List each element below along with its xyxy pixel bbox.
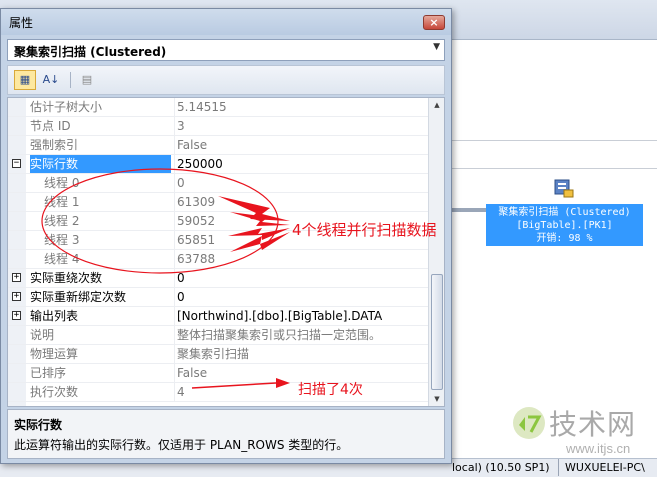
- property-row[interactable]: 执行次数 4: [8, 383, 428, 402]
- exec-count-annotation-text: 扫描了4次: [298, 382, 363, 398]
- property-name: 输出列表: [30, 309, 79, 323]
- property-name: 强制索引: [30, 138, 79, 152]
- status-server: local) (10.50 SP1): [452, 461, 550, 474]
- property-name: 说明: [30, 328, 55, 342]
- property-name: 线程 4: [44, 252, 80, 266]
- status-separator: [558, 459, 559, 476]
- property-value[interactable]: 0: [174, 269, 428, 287]
- scroll-up-icon[interactable]: ▲: [429, 98, 444, 112]
- property-row[interactable]: 线程 0 0: [8, 174, 428, 193]
- collapse-icon[interactable]: −: [12, 159, 21, 168]
- alphabetical-button[interactable]: A↓: [40, 70, 62, 90]
- vertical-scrollbar[interactable]: ▲ ▼: [428, 98, 444, 406]
- property-name: 执行次数: [30, 385, 79, 399]
- property-value: False: [174, 136, 428, 154]
- property-value: 5.14515: [174, 98, 428, 116]
- categorized-icon: ▦: [19, 73, 31, 86]
- property-name: 实际重绕次数: [30, 271, 103, 285]
- property-row[interactable]: − 实际行数 250000: [8, 155, 428, 174]
- property-value: 61309: [174, 193, 428, 211]
- property-row[interactable]: 线程 1 61309: [8, 193, 428, 212]
- property-row[interactable]: + 实际重绕次数 0: [8, 269, 428, 288]
- scroll-down-icon[interactable]: ▼: [429, 392, 444, 406]
- clustered-index-scan-icon: [554, 179, 574, 198]
- plan-node-object: [BigTable].[PK1]: [516, 220, 613, 231]
- scrollbar-thumb[interactable]: [431, 274, 443, 390]
- toolbar-separator: [70, 72, 71, 88]
- description-text: 此运算符输出的实际行数。仅适用于 PLAN_ROWS 类型的行。: [14, 438, 349, 452]
- plan-node-clustered-index-scan[interactable]: 聚集索引扫描 (Clustered) [BigTable].[PK1] 开销: …: [486, 204, 643, 246]
- property-value: 3: [174, 117, 428, 135]
- property-name: 实际重新绑定次数: [30, 290, 127, 304]
- chevron-down-icon: ▼: [433, 42, 440, 52]
- watermark-logo-icon: [513, 407, 545, 439]
- property-value[interactable]: 250000: [174, 155, 428, 173]
- threads-annotation-text: 4个线程并行扫描数据: [292, 221, 437, 239]
- watermark-brand: 技术网: [549, 408, 637, 441]
- property-name: 线程 3: [44, 233, 80, 247]
- property-name: 已排序: [30, 366, 67, 380]
- property-row[interactable]: 估计子树大小 5.14515: [8, 98, 428, 117]
- divider: [452, 140, 657, 141]
- close-icon: ×: [429, 16, 439, 29]
- close-button[interactable]: ×: [423, 15, 445, 30]
- property-name: 线程 2: [44, 214, 80, 228]
- property-row[interactable]: 节点 ID 3: [8, 117, 428, 136]
- property-value: 63788: [174, 250, 428, 268]
- properties-toolbar: ▦ A↓ ▤: [7, 65, 445, 95]
- watermark-url: www.itjs.cn: [566, 441, 631, 456]
- property-row[interactable]: + 输出列表 [Northwind].[dbo].[BigTable].DATA: [8, 307, 428, 326]
- plan-node-cost: 开销: 98 %: [536, 233, 593, 244]
- categorized-button[interactable]: ▦: [14, 70, 36, 90]
- property-row[interactable]: + 实际重新绑定次数 0: [8, 288, 428, 307]
- expand-icon[interactable]: +: [12, 311, 21, 320]
- divider: [452, 168, 657, 169]
- status-user: WUXUELEI-PC\: [565, 461, 645, 474]
- property-row[interactable]: 说明 整体扫描聚集索引或只扫描一定范围。: [8, 326, 428, 345]
- description-title: 实际行数: [14, 418, 63, 432]
- property-value[interactable]: [Northwind].[dbo].[BigTable].DATA: [174, 307, 428, 325]
- property-row[interactable]: 线程 4 63788: [8, 250, 428, 269]
- property-pages-icon: ▤: [81, 73, 93, 86]
- property-name: 物理运算: [30, 347, 79, 361]
- property-row[interactable]: 强制索引 False: [8, 136, 428, 155]
- property-value: 0: [174, 174, 428, 192]
- property-name: 线程 0: [44, 176, 80, 190]
- alphabetical-icon: A↓: [42, 73, 60, 86]
- property-value: 聚集索引扫描: [174, 345, 428, 363]
- property-name: 节点 ID: [30, 119, 71, 133]
- property-name: 估计子树大小: [30, 100, 103, 114]
- object-selector-value: 聚集索引扫描 (Clustered): [14, 45, 167, 59]
- property-name: 实际行数: [30, 155, 171, 173]
- object-selector-dropdown[interactable]: 聚集索引扫描 (Clustered) ▼: [7, 39, 445, 61]
- property-value: 整体扫描聚集索引或只扫描一定范围。: [174, 326, 428, 344]
- plan-node-title: 聚集索引扫描 (Clustered): [498, 207, 631, 218]
- property-value[interactable]: 0: [174, 288, 428, 306]
- property-grid: 估计子树大小 5.14515 节点 ID 3 强制索引 False − 实际行数 250000 线…: [7, 97, 445, 407]
- expand-icon[interactable]: +: [12, 292, 21, 301]
- property-name: 线程 1: [44, 195, 80, 209]
- property-row[interactable]: 物理运算 聚集索引扫描: [8, 345, 428, 364]
- plan-connector-arrow: [452, 208, 488, 212]
- property-row[interactable]: 已排序 False: [8, 364, 428, 383]
- title-bar[interactable]: 属性 ×: [1, 9, 451, 35]
- description-pane: 实际行数 此运算符输出的实际行数。仅适用于 PLAN_ROWS 类型的行。: [7, 409, 445, 459]
- window-title: 属性: [9, 16, 34, 30]
- expand-icon[interactable]: +: [12, 273, 21, 282]
- property-pages-button[interactable]: ▤: [76, 70, 98, 90]
